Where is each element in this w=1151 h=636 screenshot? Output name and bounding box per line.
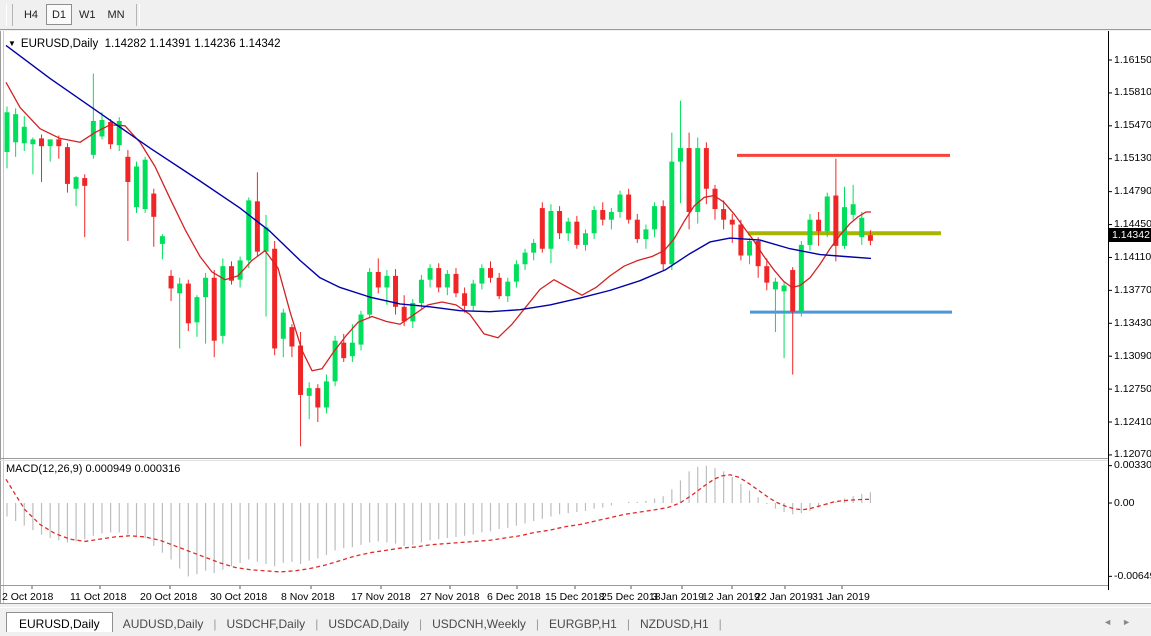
timeframe-h4-button[interactable]: H4 bbox=[18, 4, 44, 25]
symbol-dropdown-icon[interactable]: ▼ bbox=[8, 39, 16, 48]
macd-tick-label: 0.003306 bbox=[1114, 459, 1151, 471]
price-tick-label: 1.12410 bbox=[1114, 416, 1151, 428]
date-tick-label: 3 Jan 2019 bbox=[652, 591, 704, 603]
price-tick-label: 1.15130 bbox=[1114, 152, 1151, 164]
price-tick-label: 1.14790 bbox=[1114, 185, 1151, 197]
timeframe-d1-button[interactable]: D1 bbox=[46, 4, 72, 25]
candles-layer bbox=[5, 74, 873, 447]
date-tick-label: 2 Oct 2018 bbox=[2, 591, 53, 603]
chart-window[interactable]: ▼ EURUSD,Daily 1.14282 1.14391 1.14236 1.… bbox=[0, 31, 1151, 604]
macd-main-value: 0.000949 bbox=[85, 463, 131, 475]
timeframe-w1-button[interactable]: W1 bbox=[74, 4, 101, 25]
price-tick-label: 1.13770 bbox=[1114, 284, 1151, 296]
chart-frame bbox=[0, 31, 1151, 604]
date-tick-label: 30 Oct 2018 bbox=[210, 591, 267, 603]
tab-scroll-left-icon[interactable]: ◄ bbox=[1103, 617, 1122, 627]
date-tick-label: 17 Nov 2018 bbox=[351, 591, 411, 603]
quote-high: 1.14391 bbox=[149, 38, 191, 50]
price-tick-label: 1.15470 bbox=[1114, 119, 1151, 131]
macd-signal-value: 0.000316 bbox=[134, 463, 180, 475]
date-tick-label: 6 Dec 2018 bbox=[487, 591, 541, 603]
macd-histogram bbox=[7, 466, 870, 577]
price-tick-label: 1.15810 bbox=[1114, 86, 1151, 98]
date-tick-label: 22 Jan 2019 bbox=[755, 591, 813, 603]
chart-canvas[interactable] bbox=[0, 31, 1151, 604]
price-tick-label: 1.14110 bbox=[1114, 251, 1151, 263]
macd-tick-label: 0.00 bbox=[1114, 497, 1134, 509]
macd-tick-label: -0.00649 bbox=[1114, 570, 1151, 582]
tab-scroll-right-icon[interactable]: ► bbox=[1122, 617, 1141, 627]
date-tick-label: 15 Dec 2018 bbox=[545, 591, 605, 603]
price-tick-label: 1.13430 bbox=[1114, 317, 1151, 329]
quote-low: 1.14236 bbox=[194, 38, 236, 50]
date-tick-label: 11 Oct 2018 bbox=[70, 591, 126, 603]
date-tick-label: 8 Nov 2018 bbox=[281, 591, 335, 603]
price-tick-label: 1.16150 bbox=[1114, 54, 1151, 66]
toolbar-separator bbox=[136, 4, 140, 26]
symbol-period-label: EURUSD,Daily bbox=[21, 38, 98, 50]
quote-open: 1.14282 bbox=[105, 38, 147, 50]
current-price-badge: 1.14342 bbox=[1109, 228, 1151, 242]
timeframe-mn-button[interactable]: MN bbox=[103, 4, 130, 25]
toolbar-grip-icon bbox=[6, 4, 13, 26]
macd-indicator-label: MACD(12,26,9) 0.000949 0.000316 bbox=[6, 463, 180, 475]
date-tick-label: 31 Jan 2019 bbox=[812, 591, 870, 603]
quote-close: 1.14342 bbox=[239, 38, 281, 50]
chart-tab-bar: EURUSD,DailyAUDUSD,Daily|USDCHF,Daily|US… bbox=[0, 607, 1151, 633]
quote-line: ▼ EURUSD,Daily 1.14282 1.14391 1.14236 1.… bbox=[8, 38, 281, 50]
price-tick-label: 1.13090 bbox=[1114, 350, 1151, 362]
date-tick-label: 12 Jan 2019 bbox=[702, 591, 760, 603]
timeframe-toolbar: H4 D1 W1 MN bbox=[0, 0, 1151, 30]
date-tick-label: 20 Oct 2018 bbox=[140, 591, 197, 603]
price-tick-label: 1.12750 bbox=[1114, 383, 1151, 395]
date-tick-label: 27 Nov 2018 bbox=[420, 591, 480, 603]
window-bottom-edge bbox=[0, 632, 1151, 636]
